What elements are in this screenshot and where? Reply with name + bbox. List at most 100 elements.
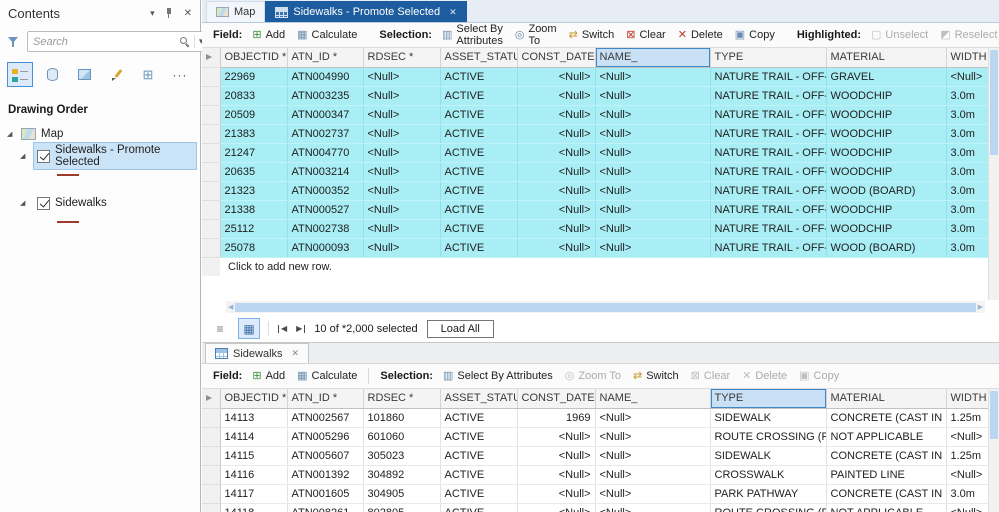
cell[interactable]: <Null>: [517, 124, 596, 144]
cell[interactable]: <Null>: [517, 219, 596, 239]
layer-visibility-checkbox[interactable]: [37, 196, 50, 210]
column-header[interactable]: TYPE: [710, 389, 827, 409]
cell[interactable]: 3.0m: [946, 86, 990, 106]
column-header[interactable]: MATERIAL: [826, 48, 947, 68]
cell[interactable]: ATN003214: [287, 162, 364, 182]
copy-button[interactable]: ▣ Copy: [730, 27, 780, 43]
cell[interactable]: WOODCHIP: [826, 200, 947, 220]
column-header[interactable]: ATN_ID *: [287, 389, 364, 409]
cell[interactable]: <Null>: [363, 219, 441, 239]
column-header[interactable]: NAME_: [595, 389, 711, 409]
cell[interactable]: ACTIVE: [440, 143, 518, 163]
tree-item-map[interactable]: ◢ Map: [0, 124, 200, 144]
row-selector[interactable]: [202, 143, 221, 163]
filter-icon[interactable]: [8, 35, 20, 48]
zoom-to-button[interactable]: ◎ Zoom To: [510, 21, 562, 49]
cell[interactable]: 25078: [220, 238, 288, 258]
table-row[interactable]: 14113 ATN002567 101860 ACTIVE 1969 <Null> SIDE…: [202, 408, 990, 428]
cell[interactable]: <Null>: [595, 181, 711, 201]
cell[interactable]: 3.0m: [946, 162, 990, 182]
cell[interactable]: <Null>: [595, 67, 711, 87]
cell[interactable]: <Null>: [946, 427, 990, 447]
cell[interactable]: <Null>: [595, 124, 711, 144]
row-selector[interactable]: [202, 105, 221, 125]
cell[interactable]: <Null>: [363, 143, 441, 163]
cell[interactable]: ACTIVE: [440, 105, 518, 125]
column-header[interactable]: TYPE: [710, 48, 827, 68]
table-row[interactable]: 20509 ATN000347 <Null> ACTIVE <Null> <Null> NA…: [202, 105, 990, 125]
reselect-button[interactable]: ◩ Reselect: [935, 27, 999, 43]
cell[interactable]: <Null>: [595, 162, 711, 182]
line-symbol[interactable]: [57, 173, 79, 176]
horizontal-scrollbar[interactable]: ◀ ▶: [226, 301, 985, 313]
cell[interactable]: ATN002567: [287, 408, 364, 428]
cell[interactable]: WOODCHIP: [826, 143, 947, 163]
cell[interactable]: <Null>: [595, 465, 711, 485]
cell[interactable]: <Null>: [363, 200, 441, 220]
close-icon[interactable]: ✕: [184, 8, 192, 19]
table-row[interactable]: 14114 ATN005296 601060 ACTIVE <Null> <Null> RO…: [202, 427, 990, 447]
list-by-data-source-button[interactable]: [40, 63, 64, 86]
zoom-to-button[interactable]: ◎ Zoom To: [560, 368, 626, 384]
cell[interactable]: 14117: [220, 484, 288, 504]
cell[interactable]: ACTIVE: [440, 86, 518, 106]
line-symbol[interactable]: [57, 220, 79, 223]
cell[interactable]: WOOD (BOARD): [826, 181, 947, 201]
row-selector[interactable]: [202, 181, 221, 201]
column-header[interactable]: RDSEC *: [363, 48, 441, 68]
cell[interactable]: <Null>: [517, 446, 596, 466]
cell[interactable]: SIDEWALK: [710, 446, 827, 466]
cell[interactable]: 1.25m: [946, 408, 990, 428]
clear-button[interactable]: ⊠ Clear: [621, 27, 671, 43]
select-all-corner[interactable]: [202, 48, 221, 68]
cell[interactable]: ATN008261: [287, 503, 364, 512]
select-by-attributes-button[interactable]: ▥ Select By Attributes: [437, 21, 508, 49]
first-record-button[interactable]: ◀: [278, 324, 287, 333]
calculate-button[interactable]: ▦ Calculate: [292, 27, 362, 43]
cell[interactable]: ATN000352: [287, 181, 364, 201]
cell[interactable]: ACTIVE: [440, 465, 518, 485]
cell[interactable]: <Null>: [517, 484, 596, 504]
row-selector[interactable]: [202, 484, 221, 504]
cell[interactable]: <Null>: [363, 67, 441, 87]
tree-item-layer-sidewalks-promote-selected[interactable]: ◢ Sidewalks - Promote Selected: [0, 142, 200, 170]
cell[interactable]: ROUTE CROSSING (REGU: [710, 427, 827, 447]
cell[interactable]: ACTIVE: [440, 408, 518, 428]
search-icon[interactable]: [179, 36, 190, 47]
cell[interactable]: NATURE TRAIL - OFF-RO: [710, 162, 827, 182]
cell[interactable]: <Null>: [517, 86, 596, 106]
row-selector[interactable]: [202, 503, 221, 512]
row-selector[interactable]: [202, 427, 221, 447]
cell[interactable]: WOODCHIP: [826, 124, 947, 144]
cell[interactable]: 3.0m: [946, 143, 990, 163]
add-new-row[interactable]: Click to add new row.: [202, 257, 990, 276]
cell[interactable]: 3.0m: [946, 200, 990, 220]
cell[interactable]: ATN000527: [287, 200, 364, 220]
scrollbar-thumb[interactable]: [990, 50, 998, 155]
list-by-editing-button[interactable]: [104, 63, 128, 86]
cell[interactable]: 802805: [363, 503, 441, 512]
cell[interactable]: 14114: [220, 427, 288, 447]
scrollbar-thumb[interactable]: [990, 391, 998, 439]
cell[interactable]: NATURE TRAIL - OFF-RO: [710, 219, 827, 239]
cell[interactable]: 21247: [220, 143, 288, 163]
row-selector[interactable]: [202, 86, 221, 106]
cell[interactable]: <Null>: [595, 86, 711, 106]
cell[interactable]: <Null>: [517, 465, 596, 485]
cell[interactable]: ACTIVE: [440, 238, 518, 258]
cell[interactable]: <Null>: [946, 503, 990, 512]
cell[interactable]: <Null>: [363, 162, 441, 182]
delete-button[interactable]: ✕ Delete: [737, 368, 792, 384]
cell[interactable]: <Null>: [517, 143, 596, 163]
cell[interactable]: 3.0m: [946, 238, 990, 258]
calculate-button[interactable]: ▦ Calculate: [292, 368, 362, 384]
table-row[interactable]: 25078 ATN000093 <Null> ACTIVE <Null> <Null> NA…: [202, 238, 990, 258]
column-header[interactable]: RDSEC *: [363, 389, 441, 409]
cell[interactable]: ATN000093: [287, 238, 364, 258]
cell[interactable]: <Null>: [363, 181, 441, 201]
table-row[interactable]: 14115 ATN005607 305023 ACTIVE <Null> <Null> SI…: [202, 446, 990, 466]
cell[interactable]: ACTIVE: [440, 181, 518, 201]
column-header[interactable]: ASSET_STATUS: [440, 48, 518, 68]
cell[interactable]: NOT APPLICABLE: [826, 427, 947, 447]
table-row[interactable]: 21247 ATN004770 <Null> ACTIVE <Null> <Null> NA…: [202, 143, 990, 163]
